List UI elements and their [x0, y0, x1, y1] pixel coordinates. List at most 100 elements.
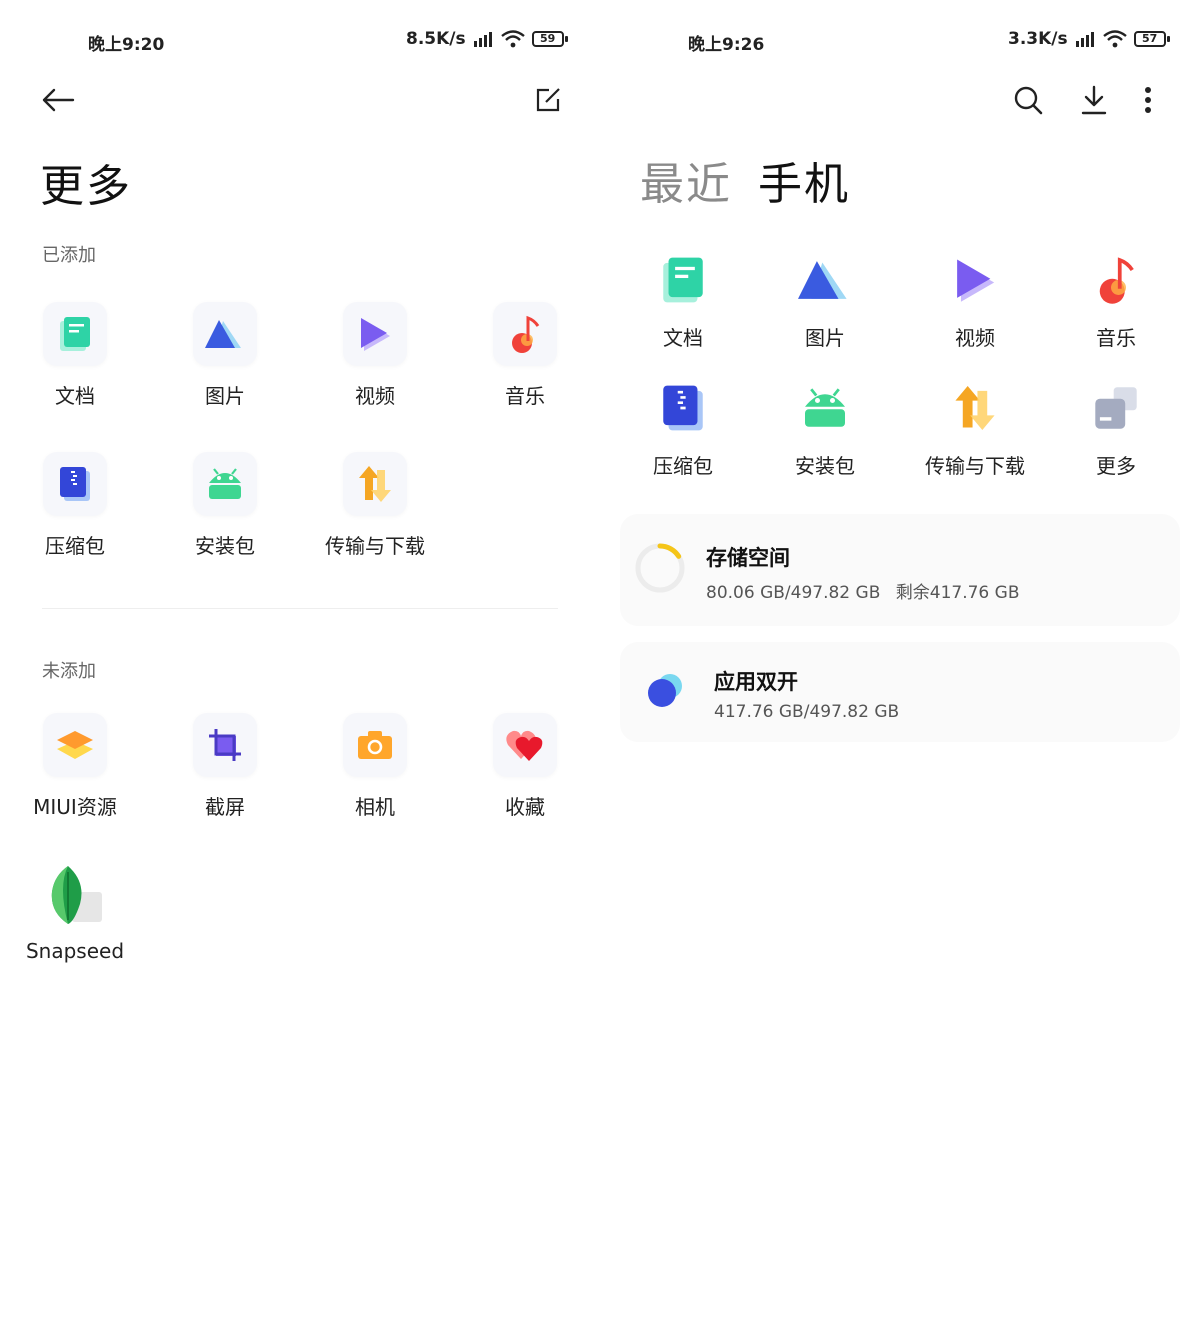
item-label: 文档 — [663, 326, 703, 350]
dual-app-icon — [648, 674, 682, 707]
archive-icon — [663, 385, 703, 431]
heart-icon — [506, 730, 543, 761]
more-menu-button[interactable] — [1128, 80, 1168, 120]
archive-icon — [60, 467, 90, 501]
item-label: 传输与下载 — [325, 534, 425, 558]
battery-level: 59 — [531, 31, 564, 47]
wifi-icon — [500, 30, 525, 48]
dual-app-text: 应用双开 417.76 GB/497.82 GB — [714, 666, 899, 722]
storage-detail: 80.06 GB/497.82 GB 剩余417.76 GB — [706, 578, 1020, 603]
category-transfer[interactable]: 传输与下载 — [900, 376, 1050, 479]
document-icon — [663, 257, 703, 303]
status-time: 晚上9:20 — [88, 35, 165, 55]
item-label: 传输与下载 — [925, 454, 1025, 478]
back-button[interactable] — [38, 80, 78, 120]
not-added-item-screenshot[interactable]: 截屏 — [150, 713, 300, 820]
right-screen: 晚上9:26 3.3K/s 57 最近 手机 文档 图片 视频 音乐 压缩包 安… — [600, 0, 1200, 1333]
not-added-item-camera[interactable]: 相机 — [300, 713, 450, 820]
storage-free: 剩余417.76 GB — [895, 583, 1020, 603]
not-added-item-favorites[interactable]: 收藏 — [450, 713, 600, 820]
miui-tile — [43, 713, 107, 777]
transfer-tile — [943, 376, 1007, 440]
signal-icon — [1075, 32, 1094, 47]
storage-ring-icon — [635, 543, 685, 593]
not-added-item-miui[interactable]: MIUI资源 — [0, 713, 150, 820]
dual-app-card[interactable]: 应用双开 417.76 GB/497.82 GB — [620, 642, 1180, 742]
tab-bar: 最近 手机 — [640, 148, 850, 212]
added-item-archives[interactable]: 压缩包 — [0, 452, 150, 559]
not-added-item-snapseed[interactable]: Snapseed — [0, 863, 150, 963]
video-icon — [957, 259, 995, 302]
camera-tile — [343, 713, 407, 777]
category-images[interactable]: 图片 — [750, 248, 900, 351]
storage-title: 存储空间 — [706, 546, 790, 570]
category-apks[interactable]: 安装包 — [750, 376, 900, 479]
tab-phone[interactable]: 手机 — [758, 148, 850, 212]
crop-icon — [209, 729, 241, 761]
music-tile — [493, 302, 557, 366]
edit-button[interactable] — [528, 80, 568, 120]
dual-app-size: 417.76 GB/497.82 GB — [714, 702, 900, 722]
category-music[interactable]: 音乐 — [1041, 248, 1191, 351]
item-label: 音乐 — [505, 384, 545, 408]
music-icon — [512, 315, 540, 353]
apks-tile — [193, 452, 257, 516]
images-tile — [793, 248, 857, 312]
music-tile — [1084, 248, 1148, 312]
archives-tile — [43, 452, 107, 516]
added-item-documents[interactable]: 文档 — [0, 302, 150, 409]
documents-tile — [43, 302, 107, 366]
item-label: 收藏 — [505, 795, 545, 819]
transfer-icon — [359, 466, 391, 502]
page-title: 更多 — [40, 161, 132, 212]
category-more[interactable]: 更多 — [1041, 376, 1191, 479]
item-label: MIUI资源 — [33, 795, 117, 819]
android-icon — [209, 468, 241, 499]
apks-tile — [793, 376, 857, 440]
status-time: 晚上9:26 — [688, 35, 765, 55]
battery-icon: 59 — [531, 31, 568, 47]
document-icon — [60, 317, 90, 351]
category-archives[interactable]: 压缩包 — [608, 376, 758, 479]
item-label: 视频 — [955, 326, 995, 350]
item-label: 音乐 — [1096, 326, 1136, 350]
added-section-label: 已添加 — [42, 245, 96, 266]
screenshot-tile — [193, 713, 257, 777]
status-bar-right: 3.3K/s 57 — [1008, 29, 1170, 49]
added-item-music[interactable]: 音乐 — [450, 302, 600, 409]
item-label: 视频 — [355, 384, 395, 408]
added-item-images[interactable]: 图片 — [150, 302, 300, 409]
item-label: 相机 — [355, 795, 395, 819]
edit-icon — [536, 88, 560, 112]
battery-icon: 57 — [1133, 31, 1170, 47]
storage-text: 存储空间 80.06 GB/497.82 GB 剩余417.76 GB — [706, 542, 1020, 603]
video-icon — [361, 318, 390, 351]
search-button[interactable] — [1008, 80, 1048, 120]
storage-card[interactable]: 存储空间 80.06 GB/497.82 GB 剩余417.76 GB — [620, 514, 1180, 626]
videos-tile — [343, 302, 407, 366]
wifi-icon — [1102, 30, 1127, 48]
category-documents[interactable]: 文档 — [608, 248, 758, 351]
item-label: Snapseed — [25, 939, 125, 963]
section-divider — [42, 608, 558, 609]
arrow-left-icon — [42, 88, 75, 112]
added-item-videos[interactable]: 视频 — [300, 302, 450, 409]
tab-recent[interactable]: 最近 — [640, 148, 732, 212]
category-videos[interactable]: 视频 — [900, 248, 1050, 351]
status-bar-right: 8.5K/s 59 — [406, 29, 568, 49]
item-label: 图片 — [805, 326, 845, 350]
added-item-transfer[interactable]: 传输与下载 — [300, 452, 450, 559]
item-label: 更多 — [1096, 454, 1136, 478]
item-label: 截屏 — [205, 795, 245, 819]
not-added-section-label: 未添加 — [42, 661, 96, 682]
images-tile — [193, 302, 257, 366]
search-icon — [1014, 86, 1043, 115]
layers-icon — [57, 731, 93, 759]
dual-app-title: 应用双开 — [714, 670, 798, 694]
item-label: 文档 — [55, 384, 95, 408]
added-item-apks[interactable]: 安装包 — [150, 452, 300, 559]
network-speed: 3.3K/s — [1008, 29, 1068, 49]
videos-tile — [943, 248, 1007, 312]
item-label: 图片 — [205, 384, 245, 408]
download-button[interactable] — [1074, 80, 1114, 120]
